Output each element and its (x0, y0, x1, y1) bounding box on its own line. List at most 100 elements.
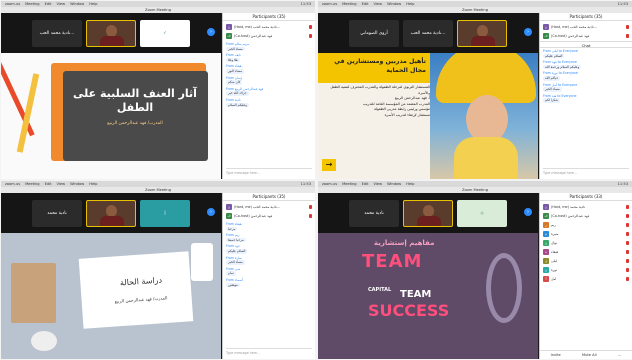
menubar-clock: 11:53 (300, 182, 311, 186)
participant-row[interactable]: أ أمل (543, 274, 629, 283)
avatar: ف (543, 32, 549, 39)
menu-meeting[interactable]: Meeting (25, 182, 40, 186)
menubar-app[interactable]: zoom.us (322, 2, 337, 6)
mic-muted-icon[interactable] (626, 276, 629, 281)
menu-edit[interactable]: Edit (45, 2, 52, 6)
next-page-icon[interactable]: › (207, 208, 215, 216)
menu-window[interactable]: Window (387, 182, 401, 186)
participant-row[interactable]: ف (Co-host) فهد عبدالرحمن (226, 211, 312, 220)
mic-muted-icon[interactable] (626, 240, 629, 245)
menu-view[interactable]: View (374, 182, 383, 186)
right-panel: Participants (35) ن (Host, me) نادية محمد… (222, 13, 315, 179)
menu-help[interactable]: Help (89, 2, 97, 6)
chat-input[interactable]: Type message here... (226, 168, 312, 176)
mute-all-button[interactable]: Mute All (582, 353, 597, 357)
avatar: ن (543, 23, 549, 30)
participants-title: Participants (33) (540, 193, 632, 201)
next-page-icon[interactable]: › (524, 208, 532, 216)
menu-meeting[interactable]: Meeting (342, 2, 357, 6)
next-page-icon[interactable]: › (524, 28, 532, 36)
mic-muted-icon[interactable] (626, 24, 629, 29)
mic-muted-icon[interactable] (626, 249, 629, 254)
mic-muted-icon[interactable] (626, 33, 629, 38)
menu-window[interactable]: Window (70, 182, 84, 186)
avatar: م (543, 230, 549, 237)
speaker-video-tile[interactable] (457, 19, 507, 47)
menu-edit[interactable]: Edit (362, 182, 369, 186)
menu-view[interactable]: View (57, 2, 66, 6)
gallery-strip: نادية محمد الحب... ✓ › (1, 13, 221, 53)
menu-help[interactable]: Help (89, 182, 97, 186)
participant-tile[interactable]: نادية محمد (32, 199, 82, 227)
mic-muted-icon[interactable] (309, 204, 312, 209)
participant-tile[interactable]: نادية محمد (349, 199, 399, 227)
participant-row[interactable]: ن (Host, me) نادية محمد (543, 202, 629, 211)
mic-muted-icon[interactable] (626, 231, 629, 236)
invite-button[interactable]: Invite (551, 353, 561, 357)
participant-row[interactable]: ه هيفاء (543, 247, 629, 256)
participant-row[interactable]: ف (Co-host) فهد عبدالرحمن (543, 211, 629, 220)
menu-window[interactable]: Window (70, 2, 84, 6)
participant-row[interactable]: ف (Co-host) فهد عبدالرحمن (543, 31, 629, 40)
participant-tile[interactable]: نادية محمد الحب... (403, 19, 453, 47)
chat-message: From جود السلام عليكم (226, 244, 248, 254)
mic-muted-icon[interactable] (626, 267, 629, 272)
right-panel: Participants (35) ن (Host, me) نادية محمد… (539, 13, 632, 179)
menubar-app[interactable]: zoom.us (5, 2, 20, 6)
logo-tile[interactable]: ◎ (457, 199, 507, 227)
speaker-video-tile[interactable] (403, 199, 453, 227)
menubar-clock: 11:53 (617, 2, 628, 6)
chat-message: From أسماء موفقين (226, 277, 243, 288)
shared-slide: مفاهيم إستشارية TEAM CAPITAL TEAM SUCCES… (318, 233, 538, 359)
menu-meeting[interactable]: Meeting (25, 2, 40, 6)
mic-muted-icon[interactable] (626, 213, 629, 218)
menu-help[interactable]: Help (406, 2, 414, 6)
next-page-icon[interactable]: › (207, 28, 215, 36)
participant-row[interactable]: ف (Co-host) فهد عبدالرحمن (226, 31, 312, 40)
mic-muted-icon[interactable] (309, 213, 312, 218)
video-area: نادية محمد ◎ › مفاهيم إستشارية TEAM CAPI… (318, 193, 538, 359)
menu-help[interactable]: Help (406, 182, 414, 186)
participants-list: ن (Host, me) نادية محمد الحب... ف (Co-host… (540, 21, 632, 41)
avatar: ف (226, 212, 232, 219)
more-button[interactable]: ... (618, 353, 621, 357)
participant-row[interactable]: ن (Host, me) نادية محمد الحب... (226, 202, 312, 211)
participant-row[interactable]: ر ريم (543, 220, 629, 229)
shared-slide: تأهيل مدربين ومستشارين في مجال الحماية ا… (318, 53, 538, 179)
participant-row[interactable]: ن (Host, me) نادية محمد الحب... (543, 22, 629, 31)
zero-shape (486, 253, 522, 323)
video-area: نادية محمد الحب... ✓ › آثار العنف السلبي… (1, 13, 221, 179)
menubar-app[interactable]: zoom.us (322, 182, 337, 186)
mic-muted-icon[interactable] (309, 24, 312, 29)
cup-graphic (31, 331, 57, 351)
menu-view[interactable]: View (57, 182, 66, 186)
logo-tile[interactable]: ✓ (140, 19, 190, 47)
shared-slide: آثار العنف السلبية على الطفل المدرب/ فهد… (1, 53, 221, 179)
menu-edit[interactable]: Edit (362, 2, 369, 6)
participant-row[interactable]: ن نوال (543, 238, 629, 247)
avatar: ن (226, 203, 232, 210)
mic-muted-icon[interactable] (626, 204, 629, 209)
participant-row[interactable]: ن نورة (543, 265, 629, 274)
menu-meeting[interactable]: Meeting (342, 182, 357, 186)
chat-input[interactable]: Type message here... (543, 168, 629, 176)
menu-edit[interactable]: Edit (45, 182, 52, 186)
mic-muted-icon[interactable] (309, 33, 312, 38)
participant-row[interactable]: ن (Host, me) نادية محمد الحب... (226, 22, 312, 31)
speaker-video-tile[interactable] (86, 19, 136, 47)
mic-muted-icon[interactable] (626, 258, 629, 263)
avatar: ن (543, 239, 549, 246)
right-panel: Participants (35) ن (Host, me) نادية محمد… (222, 193, 315, 359)
chat-message: From ليلى to Everyone السلام عليكم (543, 49, 578, 59)
participant-row[interactable]: ل ليلى (543, 256, 629, 265)
menubar-app[interactable]: zoom.us (5, 182, 20, 186)
chat-input[interactable]: Type message here... (226, 348, 312, 356)
participant-tile[interactable]: نادية محمد الحب... (32, 19, 82, 47)
speaker-video-tile[interactable] (86, 199, 136, 227)
logo-tile[interactable]: | (140, 199, 190, 227)
menu-view[interactable]: View (374, 2, 383, 6)
participant-tile[interactable]: أروى الصوماني (349, 19, 399, 47)
menu-window[interactable]: Window (387, 2, 401, 6)
participant-row[interactable]: م منيرة (543, 229, 629, 238)
mic-muted-icon[interactable] (626, 222, 629, 227)
